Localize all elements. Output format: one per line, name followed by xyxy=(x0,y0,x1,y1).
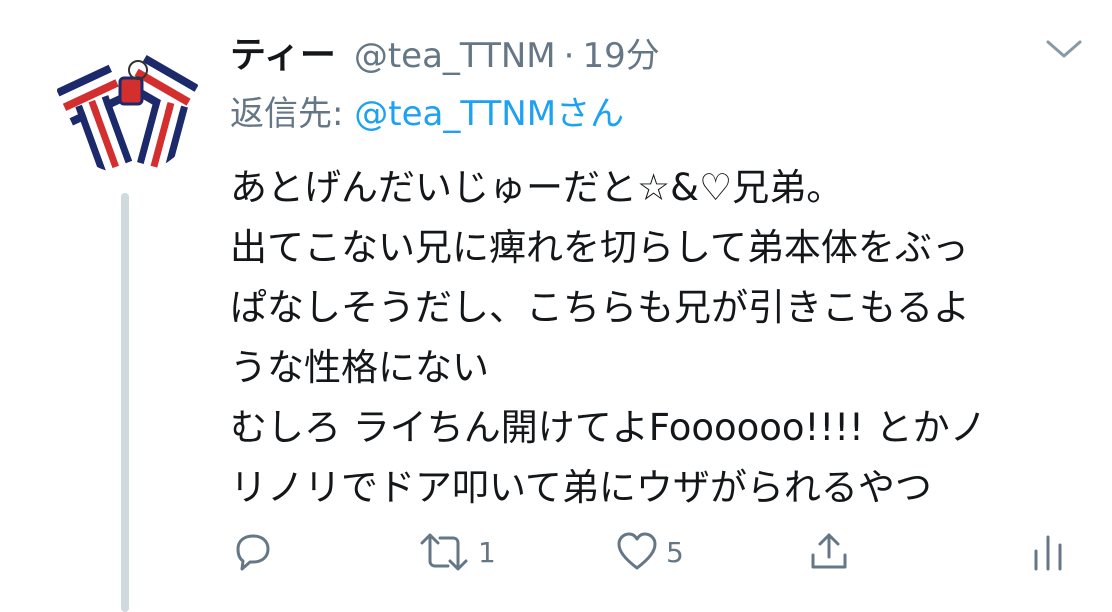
tweet-header: ティー @tea_TTNM · 19分 xyxy=(230,26,660,77)
ribbon-bow-icon xyxy=(56,30,200,174)
reply-to: 返信先: @tea_TTNMさん xyxy=(230,86,624,135)
share-button[interactable] xyxy=(806,522,852,582)
tweet-text-line: 出てこない兄に痺れを切らして弟本体をぶっ xyxy=(230,226,969,269)
tweet-text-line: うな性格にない xyxy=(230,346,489,389)
thread-line xyxy=(121,193,129,612)
separator-dot: · xyxy=(563,36,575,76)
heart-icon xyxy=(617,532,657,570)
tweet-text-line: ぱなしそうだし、こちらも兄が引きこもるよ xyxy=(230,286,970,329)
tweet-text-line: あとげんだいじゅーだと☆&♡兄弟。 xyxy=(230,166,844,209)
like-count: 5 xyxy=(666,535,684,569)
avatar[interactable] xyxy=(56,30,200,174)
share-icon xyxy=(811,533,847,569)
retweet-button[interactable]: 1 xyxy=(416,522,496,582)
display-name[interactable]: ティー xyxy=(230,26,336,78)
like-button[interactable]: 5 xyxy=(614,522,684,582)
timestamp[interactable]: 19分 xyxy=(582,28,659,77)
retweet-icon xyxy=(420,533,468,571)
analytics-button[interactable] xyxy=(1030,522,1066,582)
user-handle[interactable]: @tea_TTNM xyxy=(354,36,556,76)
tweet-text: あとげんだいじゅーだと☆&♡兄弟。 出てこない兄に痺れを切らして弟本体をぶっ ぱ… xyxy=(230,158,1090,518)
reply-button[interactable] xyxy=(230,522,276,582)
tweet-text-line: むしろ ライちん開けてよFoooooo!!!! とかノ xyxy=(230,406,987,449)
analytics-icon xyxy=(1034,535,1062,571)
reply-handle-link[interactable]: @tea_TTNMさん xyxy=(354,94,624,134)
reply-label: 返信先: xyxy=(230,94,344,134)
retweet-count: 1 xyxy=(478,535,496,569)
tweet[interactable]: ティー @tea_TTNM · 19分 返信先: @tea_TTNMさん あとげ… xyxy=(0,0,1112,612)
chevron-down-icon[interactable] xyxy=(1044,36,1084,62)
reply-icon xyxy=(236,534,270,571)
tweet-actions: 1 5 xyxy=(230,522,1080,582)
tweet-text-line: リノリでドア叩いて弟にウザがられるやつ xyxy=(230,466,932,509)
